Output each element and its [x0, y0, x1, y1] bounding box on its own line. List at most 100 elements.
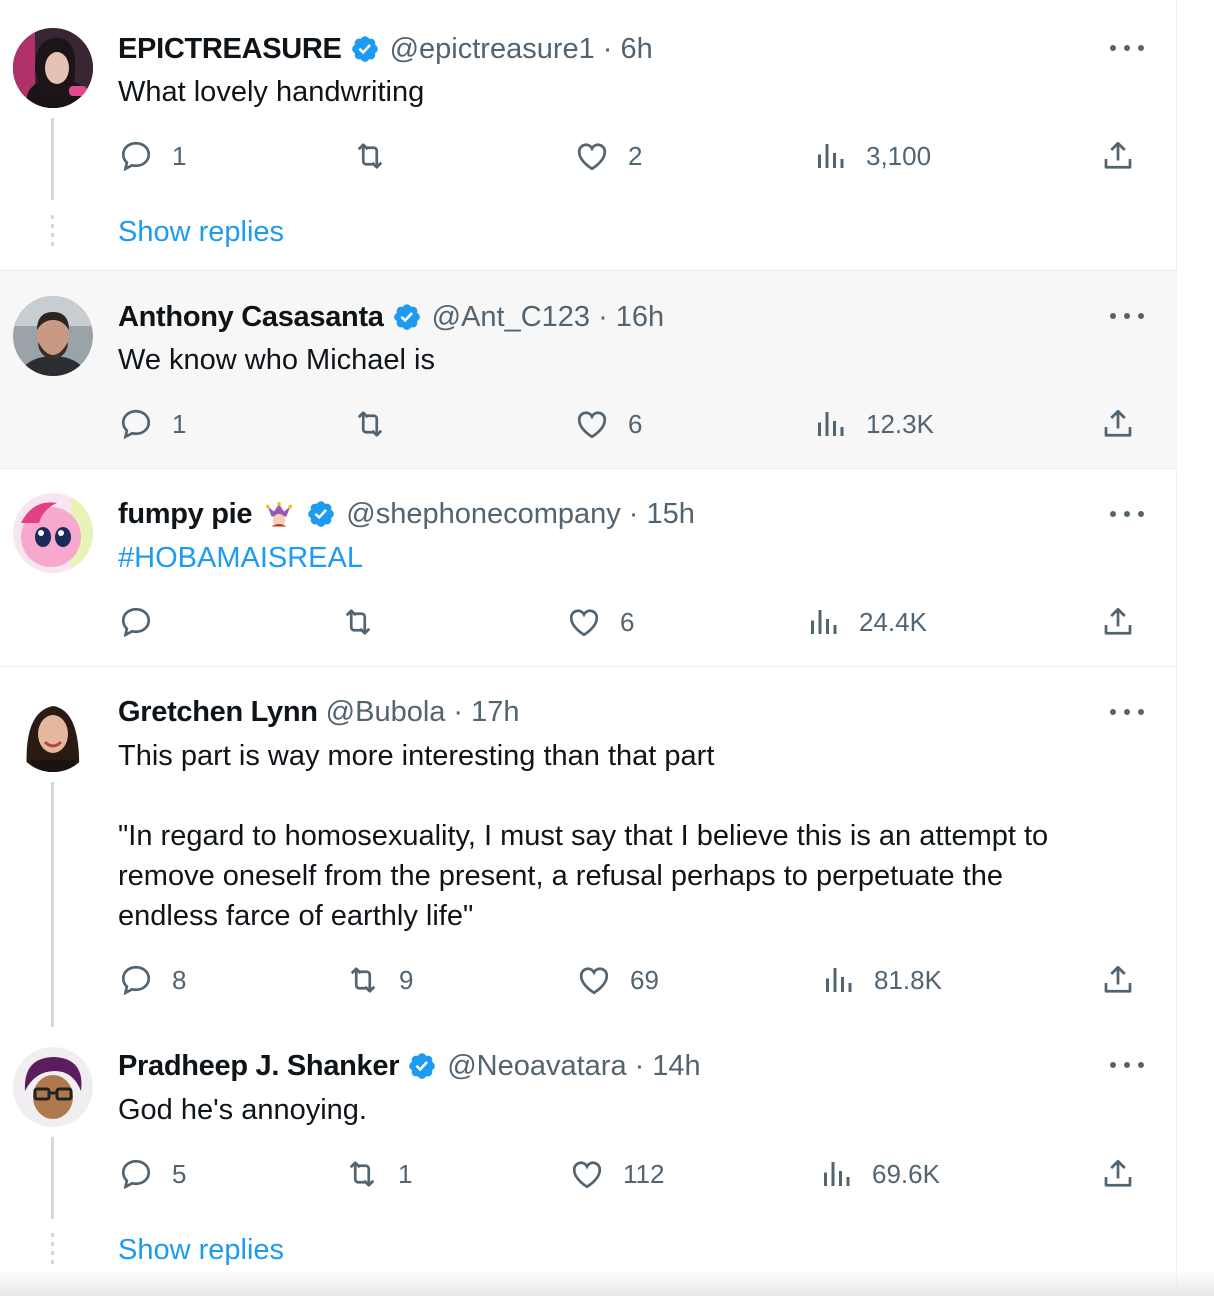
heart-icon — [577, 143, 607, 171]
retweet-button[interactable] — [352, 406, 406, 442]
avatar[interactable] — [13, 296, 93, 376]
like-button[interactable]: 2 — [574, 138, 642, 174]
timestamp[interactable]: · 15h — [629, 498, 695, 531]
share-button[interactable] — [1100, 962, 1136, 998]
avatar[interactable] — [13, 692, 93, 772]
share-button[interactable] — [1100, 406, 1136, 442]
handle[interactable]: @Bubola — [326, 696, 446, 729]
analytics-icon — [811, 610, 837, 634]
reply-button[interactable]: 8 — [118, 962, 186, 998]
display-name[interactable]: EPICTREASURE — [118, 33, 342, 66]
more-options-icon[interactable] — [1110, 702, 1144, 722]
thread-gap-dots — [51, 215, 54, 251]
tweet-text-line: remove oneself from the present, a refus… — [118, 860, 1004, 892]
share-button[interactable] — [1100, 604, 1136, 640]
view-count: 12.3K — [866, 408, 934, 439]
share-icon — [1104, 141, 1132, 169]
avatar[interactable] — [13, 493, 93, 573]
like-count: 112 — [623, 1158, 665, 1189]
show-replies-link[interactable]: Show replies — [118, 1234, 284, 1267]
reply-icon — [121, 141, 151, 172]
views-button[interactable]: 12.3K — [812, 406, 934, 442]
more-options-icon[interactable] — [1110, 38, 1144, 58]
retweet-button[interactable]: 1 — [344, 1156, 412, 1192]
reply-button[interactable]: 1 — [118, 138, 186, 174]
share-icon — [1104, 1159, 1132, 1187]
retweet-button[interactable] — [340, 604, 394, 640]
share-button[interactable] — [1100, 138, 1136, 174]
verified-badge-icon — [393, 304, 420, 330]
timestamp[interactable]: · 6h — [603, 33, 653, 66]
reply-count: 1 — [172, 140, 187, 171]
like-count: 6 — [628, 408, 643, 439]
like-button[interactable]: 6 — [574, 406, 642, 442]
like-count: 2 — [628, 140, 643, 171]
verified-badge-icon — [409, 1053, 436, 1079]
timestamp[interactable]: · 16h — [598, 301, 664, 334]
handle[interactable]: @Neoavatara — [447, 1050, 626, 1083]
display-name[interactable]: fumpy pie — [118, 498, 253, 531]
like-button[interactable]: 6 — [566, 604, 634, 640]
views-button[interactable]: 24.4K — [805, 604, 927, 640]
reply-button[interactable]: 1 — [118, 406, 186, 442]
like-button[interactable]: 112 — [569, 1156, 664, 1192]
handle[interactable]: @epictreasure1 — [390, 33, 595, 66]
views-button[interactable]: 3,100 — [812, 138, 931, 174]
reply-count: 1 — [172, 408, 187, 439]
heart-icon — [569, 609, 599, 637]
heart-icon — [579, 967, 609, 995]
analytics-icon — [818, 412, 844, 436]
tweet-text-line: This part is way more interesting than t… — [118, 740, 715, 772]
display-name[interactable]: Anthony Casasanta — [118, 301, 384, 334]
reply-button[interactable] — [118, 604, 172, 640]
tweet-gretchen-lynn[interactable]: Gretchen Lynn @Bubola · 17h This part is… — [0, 667, 1177, 1027]
retweet-count: 1 — [398, 1158, 413, 1189]
handle[interactable]: @shephonecompany — [346, 498, 621, 531]
more-options-icon[interactable] — [1110, 504, 1144, 524]
tweet-text: God he's annoying. — [118, 1094, 367, 1126]
retweet-icon — [345, 609, 371, 635]
more-options-icon[interactable] — [1110, 306, 1144, 326]
retweet-icon — [357, 143, 383, 169]
reply-icon — [121, 607, 151, 638]
show-replies-link[interactable]: Show replies — [118, 216, 284, 249]
reply-icon — [121, 965, 151, 996]
retweet-button[interactable]: 9 — [345, 962, 413, 998]
share-button[interactable] — [1100, 1156, 1136, 1192]
handle[interactable]: @Ant_C123 — [432, 301, 590, 334]
tweet-anthony-casasanta[interactable]: Anthony Casasanta @Ant_C123 · 16h We kno… — [0, 271, 1177, 468]
like-button[interactable]: 69 — [576, 962, 659, 998]
jester-emoji-icon — [266, 502, 293, 527]
reply-icon — [121, 409, 151, 440]
view-count: 81.8K — [874, 964, 942, 995]
like-count: 69 — [630, 964, 659, 995]
retweet-icon — [357, 411, 383, 437]
more-options-icon[interactable] — [1110, 1055, 1144, 1075]
avatar[interactable] — [13, 28, 93, 108]
views-button[interactable]: 69.6K — [818, 1156, 940, 1192]
timestamp[interactable]: · 17h — [453, 696, 519, 729]
reply-button[interactable]: 5 — [118, 1156, 186, 1192]
bottom-fade — [0, 1270, 1214, 1296]
views-button[interactable]: 81.8K — [820, 962, 942, 998]
share-icon — [1104, 965, 1132, 993]
display-name[interactable]: Gretchen Lynn — [118, 696, 318, 729]
thread-line — [51, 1137, 54, 1219]
retweet-icon — [350, 967, 376, 993]
tweet-text-line: "In regard to homosexuality, I must say … — [118, 820, 1049, 852]
thread-line — [51, 118, 54, 200]
view-count: 24.4K — [859, 606, 927, 637]
display-name[interactable]: Pradheep J. Shanker — [118, 1050, 400, 1083]
retweet-button[interactable] — [352, 138, 406, 174]
thread-gap-dots — [51, 1233, 54, 1269]
tweet-epictreasure[interactable]: EPICTREASURE @epictreasure1 · 6h What lo… — [0, 0, 1177, 270]
hashtag-link[interactable]: #HOBAMAISREAL — [118, 538, 363, 578]
avatar[interactable] — [13, 1047, 93, 1127]
share-icon — [1104, 607, 1132, 635]
like-count: 6 — [620, 606, 635, 637]
share-icon — [1104, 409, 1132, 437]
view-count: 3,100 — [866, 140, 932, 171]
tweet-fumpy-pie[interactable]: fumpy pie @shephonecompany · 15h #HOBAMA… — [0, 469, 1177, 666]
timestamp[interactable]: · 14h — [635, 1050, 701, 1083]
tweet-pradheep-shanker[interactable]: Pradheep J. Shanker @Neoavatara · 14h Go… — [0, 1027, 1177, 1296]
